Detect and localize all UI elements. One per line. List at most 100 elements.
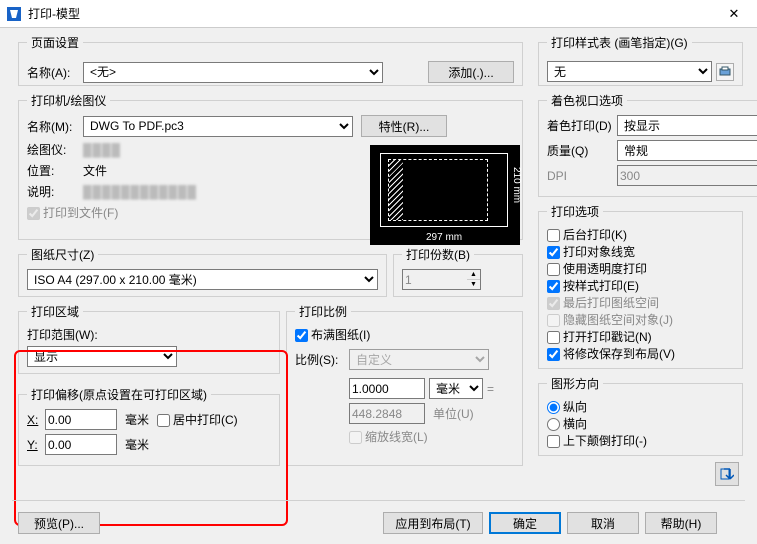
desc-value: ████████████ — [83, 185, 197, 199]
print-area-group: 打印区域 打印范围(W): 显示 — [18, 303, 280, 374]
plotter-value: ████ — [83, 143, 121, 157]
opt-trans-checkbox[interactable] — [547, 263, 560, 276]
opt-bystyle-label[interactable]: 按样式打印(E) — [547, 279, 639, 293]
print-to-file-label: 打印到文件(F) — [27, 204, 118, 221]
scale-lineweight-label: 缩放线宽(L) — [295, 430, 428, 444]
style-table-legend: 打印样式表 (画笔指定)(G) — [547, 34, 692, 51]
printer-name-label: 名称(M): — [27, 118, 83, 135]
paper-preview: 297 mm 210 mm — [370, 145, 520, 245]
printer-name-select[interactable]: DWG To PDF.pc3 — [83, 116, 353, 137]
window-title: 打印-模型 — [28, 5, 717, 22]
dpi-input — [617, 165, 757, 186]
paper-size-group: 图纸尺寸(Z) ISO A4 (297.00 x 210.00 毫米) — [18, 246, 387, 297]
add-page-setup-button[interactable]: 添加(.)... — [428, 61, 514, 83]
paper-width-label: 297 mm — [426, 232, 462, 243]
orient-upside-label[interactable]: 上下颠倒打印(-) — [547, 434, 647, 448]
opt-save-label[interactable]: 将修改保存到布局(V) — [547, 347, 675, 361]
opt-bystyle-checkbox[interactable] — [547, 280, 560, 293]
fit-to-paper-checkbox[interactable] — [295, 329, 308, 342]
offset-group: 打印偏移(原点设置在可打印区域) X: 毫米 居中打印(C) Y: 毫米 — [18, 386, 280, 466]
opt-hide-label: 隐藏图纸空间对象(J) — [547, 313, 673, 327]
opt-bg-label[interactable]: 后台打印(K) — [547, 228, 627, 242]
style-table-group: 打印样式表 (画笔指定)(G) 无 — [538, 34, 743, 86]
opt-hide-checkbox — [547, 314, 560, 327]
offset-y-input[interactable] — [45, 434, 117, 455]
print-to-file-checkbox — [27, 207, 40, 220]
opt-stamp-checkbox[interactable] — [547, 331, 560, 344]
cancel-button[interactable]: 取消 — [567, 512, 639, 534]
printer-group: 打印机/绘图仪 名称(M): DWG To PDF.pc3 特性(R)... 绘… — [18, 92, 523, 240]
where-value: 文件 — [83, 162, 107, 179]
close-button[interactable]: ✕ — [717, 3, 751, 25]
where-label: 位置: — [27, 162, 83, 179]
center-print-label[interactable]: 居中打印(C) — [157, 411, 238, 428]
page-setup-group: 页面设置 名称(A): <无> 添加(.)... — [18, 34, 523, 86]
scale-lineweight-checkbox — [349, 431, 362, 444]
help-button[interactable]: 帮助(H) — [645, 512, 717, 534]
printer-props-button[interactable]: 特性(R)... — [361, 115, 447, 137]
style-table-select[interactable]: 无 — [547, 61, 712, 82]
apply-layout-button[interactable]: 应用到布局(T) — [383, 512, 483, 534]
plotter-label: 绘图仪: — [27, 141, 83, 158]
print-options-group: 打印选项 后台打印(K) 打印对象线宽 使用透明度打印 按样式打印(E) 最后打… — [538, 203, 743, 369]
paper-height-label: 210 mm — [511, 167, 522, 203]
copies-group: 打印份数(B) ▲▼ — [393, 246, 523, 297]
center-print-checkbox[interactable] — [157, 414, 170, 427]
scale-ratio-select: 自定义 — [349, 349, 489, 370]
offset-y-unit: 毫米 — [125, 436, 149, 453]
shaded-group: 着色视口选项 着色打印(D)按显示 质量(Q)常规 DPI — [538, 92, 757, 197]
printer-legend: 打印机/绘图仪 — [27, 92, 110, 109]
scale-group: 打印比例 布满图纸(I) 比例(S): 自定义 毫米 = 单位(U) 缩放线宽(… — [286, 303, 523, 466]
offset-x-unit: 毫米 — [125, 411, 149, 428]
shade-plot-label: 着色打印(D) — [547, 117, 617, 134]
scale-den-input — [349, 403, 425, 424]
scale-num-input[interactable] — [349, 378, 425, 399]
print-range-select[interactable]: 显示 — [27, 346, 177, 367]
style-table-edit-button[interactable] — [716, 63, 734, 81]
offset-x-label: X: — [27, 413, 45, 427]
fit-to-paper-label[interactable]: 布满图纸(I) — [295, 328, 370, 342]
print-options-legend: 打印选项 — [547, 203, 603, 220]
opt-bg-checkbox[interactable] — [547, 229, 560, 242]
orient-upside-checkbox[interactable] — [547, 435, 560, 448]
orient-portrait-label[interactable]: 纵向 — [547, 400, 587, 414]
orient-landscape-label[interactable]: 横向 — [547, 417, 587, 431]
page-name-label: 名称(A): — [27, 64, 83, 81]
page-name-select[interactable]: <无> — [83, 62, 383, 83]
quality-label: 质量(Q) — [547, 142, 617, 159]
copies-spinner[interactable]: ▲▼ — [467, 269, 481, 290]
orientation-group: 图形方向 纵向 横向 上下颠倒打印(-) — [538, 375, 743, 456]
scale-unit-select[interactable]: 毫米 — [429, 378, 483, 399]
copies-input[interactable] — [402, 269, 468, 290]
copies-legend: 打印份数(B) — [402, 246, 474, 263]
offset-y-label: Y: — [27, 438, 45, 452]
opt-trans-label[interactable]: 使用透明度打印 — [547, 262, 647, 276]
app-icon — [6, 6, 22, 22]
scale-legend: 打印比例 — [295, 303, 351, 320]
scale-equals: = — [487, 382, 494, 396]
offset-legend: 打印偏移(原点设置在可打印区域) — [27, 386, 211, 403]
dpi-label: DPI — [547, 169, 617, 183]
expand-button[interactable] — [715, 462, 739, 486]
orient-landscape-radio[interactable] — [547, 418, 560, 431]
desc-label: 说明: — [27, 183, 83, 200]
shaded-legend: 着色视口选项 — [547, 92, 627, 109]
opt-save-checkbox[interactable] — [547, 348, 560, 361]
orientation-legend: 图形方向 — [547, 375, 603, 392]
scale-ratio-label: 比例(S): — [295, 351, 349, 368]
opt-lw-checkbox[interactable] — [547, 246, 560, 259]
paper-size-select[interactable]: ISO A4 (297.00 x 210.00 毫米) — [27, 269, 378, 290]
opt-lw-label[interactable]: 打印对象线宽 — [547, 245, 635, 259]
paper-size-legend: 图纸尺寸(Z) — [27, 246, 98, 263]
opt-stamp-label[interactable]: 打开打印戳记(N) — [547, 330, 652, 344]
print-area-legend: 打印区域 — [27, 303, 83, 320]
quality-select[interactable]: 常规 — [617, 140, 757, 161]
ok-button[interactable]: 确定 — [489, 512, 561, 534]
opt-last-checkbox — [547, 297, 560, 310]
orient-portrait-radio[interactable] — [547, 401, 560, 414]
shade-plot-select[interactable]: 按显示 — [617, 115, 757, 136]
page-setup-legend: 页面设置 — [27, 34, 83, 51]
opt-last-label: 最后打印图纸空间 — [547, 296, 659, 310]
scale-den-unit: 单位(U) — [433, 405, 474, 422]
offset-x-input[interactable] — [45, 409, 117, 430]
